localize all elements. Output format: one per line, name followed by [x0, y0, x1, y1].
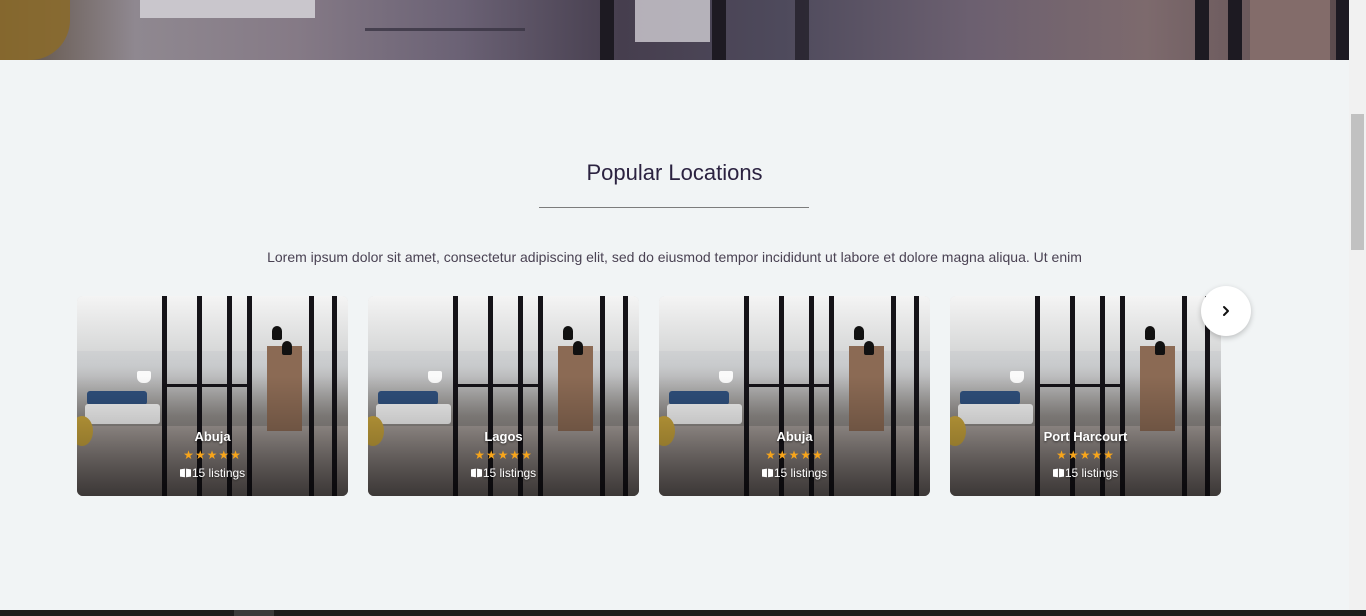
location-name: Lagos — [484, 429, 523, 444]
page-scrollbar[interactable] — [1349, 0, 1366, 616]
location-card[interactable]: Abuja ★★★★★ 15 listings — [77, 296, 348, 496]
location-name: Abuja — [194, 429, 231, 444]
location-card[interactable]: Lagos ★★★★★ 15 listings — [368, 296, 639, 496]
hero-banner-image — [0, 0, 1349, 60]
location-name: Abuja — [776, 429, 813, 444]
scrollbar-thumb[interactable] — [1351, 114, 1364, 250]
rating-stars: ★★★★★ — [765, 448, 824, 462]
listings-label: 15 listings — [1064, 466, 1119, 480]
rating-stars: ★★★★★ — [183, 448, 242, 462]
title-divider — [539, 207, 809, 208]
book-open-icon — [470, 468, 482, 478]
carousel-next-button[interactable] — [1201, 286, 1251, 336]
listings-label: 15 listings — [773, 466, 828, 480]
rating-stars: ★★★★★ — [1056, 448, 1115, 462]
location-card[interactable]: Abuja ★★★★★ 15 listings — [659, 296, 930, 496]
location-name: Port Harcourt — [1043, 429, 1128, 444]
section-title: Popular Locations — [586, 160, 763, 185]
rating-stars: ★★★★★ — [474, 448, 533, 462]
listings-count: 15 listings — [368, 466, 639, 480]
listings-count: 15 listings — [950, 466, 1221, 480]
taskbar-strip — [0, 610, 1366, 616]
book-open-icon — [1052, 468, 1064, 478]
listings-count: 15 listings — [77, 466, 348, 480]
book-open-icon — [761, 468, 773, 478]
listings-label: 15 listings — [191, 466, 246, 480]
section-description: Lorem ipsum dolor sit amet, consectetur … — [267, 249, 1082, 265]
listings-count: 15 listings — [659, 466, 930, 480]
chevron-right-icon — [1223, 306, 1229, 316]
location-card[interactable]: Port Harcourt ★★★★★ 15 listings — [950, 296, 1221, 496]
listings-label: 15 listings — [482, 466, 537, 480]
book-open-icon — [179, 468, 191, 478]
